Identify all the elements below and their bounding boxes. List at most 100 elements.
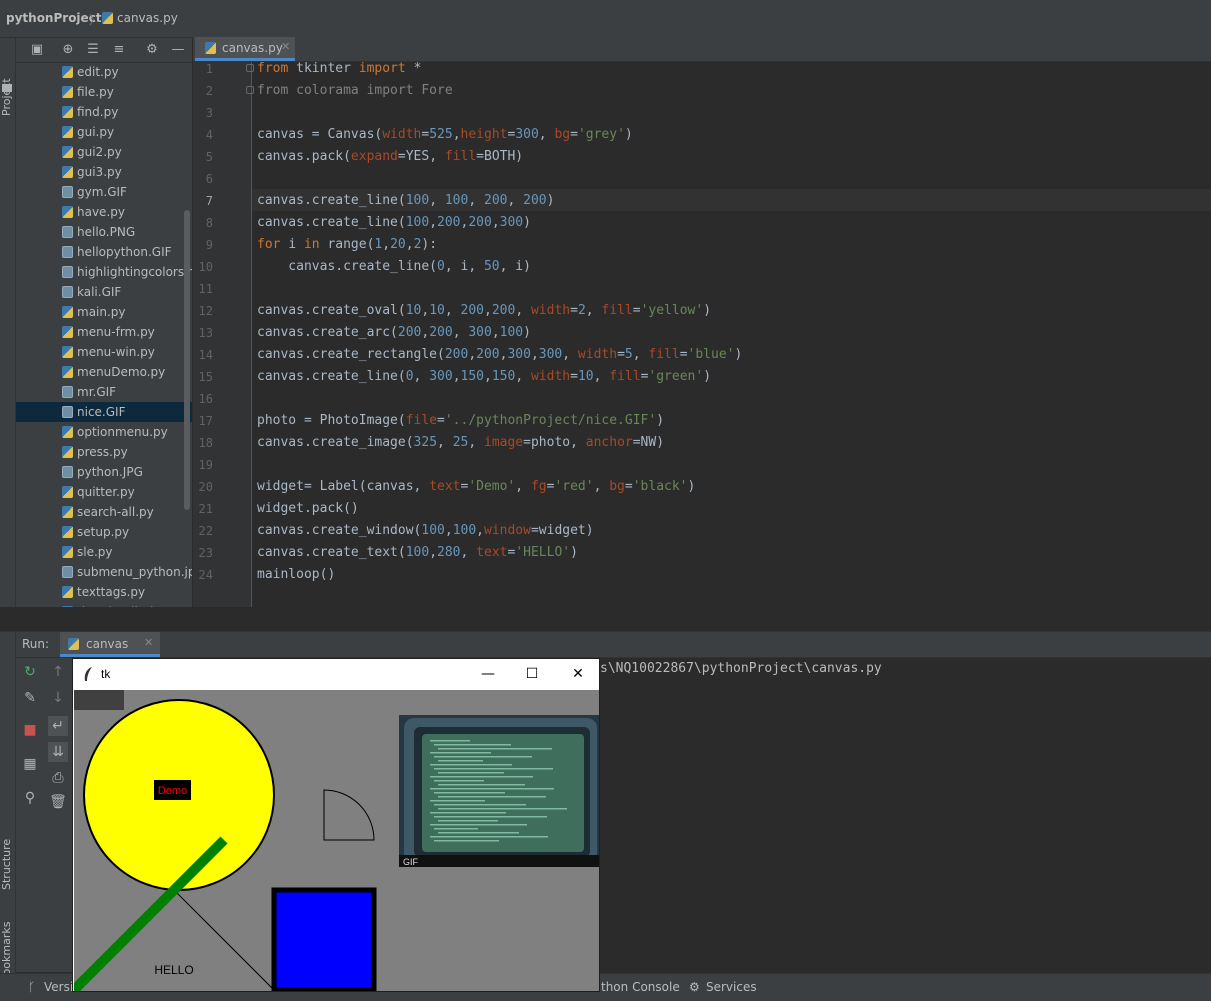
close-icon[interactable]: ✕: [281, 40, 290, 53]
down-arrow-icon[interactable]: ↓: [48, 688, 68, 708]
file-tree-item[interactable]: hello.PNG: [16, 222, 192, 242]
file-tree-item[interactable]: python.JPG: [16, 462, 192, 482]
file-tree-item[interactable]: setup.py: [16, 522, 192, 542]
line-number: 9: [205, 238, 213, 252]
file-tree-item[interactable]: menu-win.py: [16, 342, 192, 362]
code-line: 19: [193, 454, 1211, 476]
code-text: canvas.create_line(100,200,200,300): [257, 215, 531, 230]
run-toolbar: Run: canvas ✕: [16, 632, 1211, 658]
file-tree-item[interactable]: mr.GIF: [16, 382, 192, 402]
collapse-all-icon[interactable]: ≡: [110, 41, 128, 59]
file-tree-item[interactable]: kali.GIF: [16, 282, 192, 302]
tk-window: tk — ☐ ✕ GIF Demo HELLO: [72, 658, 600, 992]
python-file-icon: [62, 86, 73, 98]
close-icon[interactable]: ✕: [144, 636, 153, 649]
file-tree-item[interactable]: menu-frm.py: [16, 322, 192, 342]
stop-icon[interactable]: ■: [20, 720, 40, 740]
version-control-icon: ᚴ: [28, 980, 36, 994]
python-file-icon: [62, 66, 73, 78]
file-tree-item[interactable]: menuDemo.py: [16, 362, 192, 382]
screen-text-line: [438, 772, 504, 774]
screen-text-line: [434, 804, 526, 806]
folder-icon: [2, 84, 12, 92]
file-tree-item[interactable]: press.py: [16, 442, 192, 462]
services-button[interactable]: Services: [706, 980, 757, 994]
line-number: 3: [205, 106, 213, 120]
print-icon[interactable]: ⎙: [48, 768, 68, 788]
up-arrow-icon[interactable]: ↑: [48, 662, 68, 682]
file-tree-item[interactable]: submenu_python.jpg: [16, 562, 192, 582]
hide-icon[interactable]: —: [169, 41, 187, 59]
code-text: canvas.pack(expand=YES, fill=BOTH): [257, 149, 524, 164]
locate-icon[interactable]: ⊕: [59, 41, 77, 59]
python-file-icon: [62, 446, 73, 458]
feather-icon: [84, 667, 92, 681]
file-tree-item[interactable]: edit.py: [16, 62, 192, 82]
file-tree-item[interactable]: gui2.py: [16, 142, 192, 162]
scroll-to-end-icon[interactable]: ⇊: [48, 742, 68, 762]
image-file-icon: [62, 566, 73, 578]
run-tab-canvas[interactable]: canvas ✕: [60, 632, 160, 657]
code-line: 9 for i in range(1,20,2):: [193, 234, 1211, 256]
screen-text-line: [430, 812, 506, 814]
file-tree-item[interactable]: gui3.py: [16, 162, 192, 182]
maximize-button[interactable]: ☐: [509, 659, 555, 690]
python-file-icon: [62, 146, 73, 158]
pin-icon[interactable]: ⚲: [20, 788, 40, 808]
file-tree-item[interactable]: optionmenu.py: [16, 422, 192, 442]
screen-text-line: [434, 792, 505, 794]
file-tree-item[interactable]: highlightingcolorsint…: [16, 262, 192, 282]
python-file-icon: [62, 486, 73, 498]
file-tree-item[interactable]: file.py: [16, 82, 192, 102]
minimize-button[interactable]: —: [465, 659, 511, 690]
blue-rectangle: [271, 887, 377, 991]
breadcrumb-project[interactable]: pythonProject: [6, 11, 102, 25]
file-tree-item[interactable]: quitter.py: [16, 482, 192, 502]
code-text: canvas.create_oval(10,10, 200,200, width…: [257, 303, 712, 318]
file-tree-item[interactable]: gym.GIF: [16, 182, 192, 202]
image-file-icon: [62, 226, 73, 238]
version-control-button[interactable]: Versi: [44, 980, 73, 994]
fold-icon[interactable]: [246, 86, 254, 94]
rerun-icon[interactable]: ↻: [20, 662, 40, 682]
code-text: canvas.create_rectangle(200,200,300,300,…: [257, 347, 743, 362]
fold-icon[interactable]: [246, 64, 254, 72]
code-line: 12 canvas.create_oval(10,10, 200,200, wid…: [193, 300, 1211, 322]
gear-icon[interactable]: ⚙: [143, 41, 161, 59]
python-file-icon: [62, 166, 73, 178]
file-tree-item[interactable]: texttags.py: [16, 582, 192, 602]
line-number: 12: [198, 304, 213, 318]
breadcrumb-file[interactable]: canvas.py: [117, 11, 178, 25]
line-number: 15: [198, 370, 213, 384]
file-tree-item[interactable]: hellopython.GIF: [16, 242, 192, 262]
close-button[interactable]: ✕: [555, 659, 599, 690]
python-file-icon: [62, 346, 73, 358]
file-tree-item[interactable]: nice.GIF: [16, 402, 192, 422]
project-scrollbar[interactable]: [184, 210, 190, 510]
tk-canvas[interactable]: GIF Demo HELLO: [74, 690, 600, 992]
file-tree-item[interactable]: find.py: [16, 102, 192, 122]
python-console-button[interactable]: thon Console: [601, 980, 680, 994]
code-line: 17 photo = PhotoImage(file='../pythonProj…: [193, 410, 1211, 432]
python-file-icon: [62, 426, 73, 438]
file-tree-item[interactable]: gui.py: [16, 122, 192, 142]
tk-title-bar[interactable]: tk — ☐ ✕: [73, 659, 599, 690]
file-tree-item[interactable]: have.py: [16, 202, 192, 222]
soft-wrap-icon[interactable]: ↵: [48, 716, 68, 736]
layout-icon[interactable]: ▦: [20, 754, 40, 774]
file-tree-item[interactable]: main.py: [16, 302, 192, 322]
code-line: 10 canvas.create_line(0, i, 50, i): [193, 256, 1211, 278]
file-tree-item[interactable]: sle.py: [16, 542, 192, 562]
file-tree-item-label: texttags.py: [77, 585, 146, 599]
project-view-icon[interactable]: ▣: [28, 41, 46, 59]
breadcrumb-separator: 〉: [89, 13, 102, 27]
trash-icon[interactable]: 🗑: [48, 792, 68, 812]
file-tree-item[interactable]: search-all.py: [16, 502, 192, 522]
expand-all-icon[interactable]: ☰: [84, 41, 102, 59]
structure-tool-button[interactable]: Structure: [0, 839, 13, 890]
wrench-icon[interactable]: ✎: [20, 688, 40, 708]
panel-divider[interactable]: [0, 607, 1211, 632]
file-tree-item-label: setup.py: [77, 525, 130, 539]
hello-text: HELLO: [154, 963, 193, 977]
code-editor[interactable]: 1 from tkinter import * 2 from colorama imp…: [193, 61, 1211, 607]
